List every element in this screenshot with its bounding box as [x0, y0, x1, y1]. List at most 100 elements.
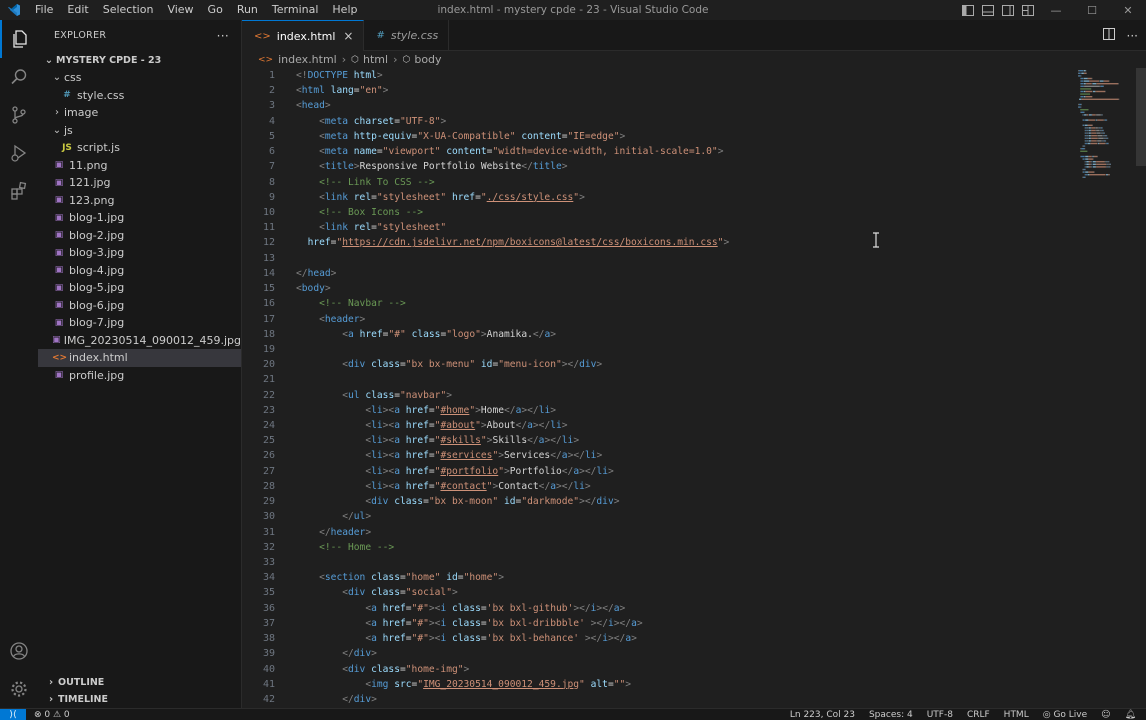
code-line[interactable]: <html lang="en"> — [296, 83, 1076, 98]
toggle-primary-sidebar-icon[interactable] — [958, 0, 978, 20]
code-line[interactable]: <div class="bx bx-moon" id="darkmode"></… — [296, 494, 1076, 509]
code-line[interactable]: </header> — [296, 525, 1076, 540]
code-line[interactable]: <div class="home-img"> — [296, 662, 1076, 677]
code-line[interactable] — [296, 372, 1076, 387]
tree-file[interactable]: JS script.js — [38, 139, 241, 157]
code-line[interactable]: <li><a href="#portfolio">Portfolio</a></… — [296, 464, 1076, 479]
close-window-icon[interactable]: ✕ — [1110, 0, 1146, 20]
customize-layout-icon[interactable] — [1018, 0, 1038, 20]
tree-folder-js[interactable]: ⌄ js — [38, 122, 241, 140]
menu-go[interactable]: Go — [201, 0, 230, 20]
scrollbar-thumb[interactable] — [1136, 68, 1146, 166]
more-actions-icon[interactable]: ··· — [1127, 29, 1138, 43]
notifications-bell-icon[interactable]: 🔔︎ — [1125, 710, 1136, 720]
tree-file[interactable]: ▣ blog-3.jpg — [38, 244, 241, 262]
code-lines[interactable]: <!DOCTYPE html> <html lang="en"> <head> <m… — [296, 68, 1076, 707]
menu-view[interactable]: View — [160, 0, 200, 20]
code-line[interactable]: <div class="social"> — [296, 585, 1076, 600]
outline-section[interactable]: › OUTLINE — [38, 674, 242, 691]
code-line[interactable]: <body> — [296, 281, 1076, 296]
code-line[interactable]: <li><a href="#about">About</a></li> — [296, 418, 1076, 433]
split-editor-icon[interactable] — [1102, 28, 1115, 43]
code-line[interactable]: <meta charset="UTF-8"> — [296, 114, 1076, 129]
code-line[interactable]: </div> — [296, 692, 1076, 707]
toggle-panel-icon[interactable] — [978, 0, 998, 20]
workspace-folder[interactable]: ⌄ MYSTERY CPDE - 23 — [38, 51, 241, 69]
timeline-section[interactable]: › TIMELINE — [38, 691, 242, 708]
tree-folder-image[interactable]: › image — [38, 104, 241, 122]
code-line[interactable]: <!-- Home --> — [296, 540, 1076, 555]
menu-edit[interactable]: Edit — [60, 0, 95, 20]
menu-help[interactable]: Help — [325, 0, 364, 20]
extensions-icon[interactable] — [0, 172, 38, 210]
breadcrumb-file[interactable]: index.html — [278, 53, 337, 66]
tree-file[interactable]: ▣ 123.png — [38, 192, 241, 210]
code-line[interactable] — [296, 342, 1076, 357]
code-line[interactable]: <li><a href="#contact">Contact</a></li> — [296, 479, 1076, 494]
tab-index-html[interactable]: <> index.html × — [242, 20, 365, 51]
code-line[interactable]: </head> — [296, 266, 1076, 281]
code-line[interactable]: <head> — [296, 98, 1076, 113]
search-icon[interactable] — [0, 58, 38, 96]
cursor-position[interactable]: Ln 223, Col 23 — [790, 710, 855, 720]
code-line[interactable]: <ul class="navbar"> — [296, 388, 1076, 403]
maximize-icon[interactable]: ☐ — [1074, 0, 1110, 20]
feedback-icon[interactable]: ☺ — [1101, 710, 1110, 720]
minimize-icon[interactable]: — — [1038, 0, 1074, 20]
tree-file[interactable]: ▣ blog-7.jpg — [38, 314, 241, 332]
tree-file[interactable]: ▣ blog-4.jpg — [38, 262, 241, 280]
code-line[interactable]: <li><a href="#services">Services</a></li… — [296, 448, 1076, 463]
code-line[interactable]: <div class="bx bx-menu" id="menu-icon"><… — [296, 357, 1076, 372]
menu-terminal[interactable]: Terminal — [265, 0, 326, 20]
problems-indicator[interactable]: ⊗ 0 ⚠ 0 — [34, 710, 70, 720]
encoding[interactable]: UTF-8 — [927, 710, 953, 720]
code-line[interactable]: <!-- Box Icons --> — [296, 205, 1076, 220]
menu-file[interactable]: File — [28, 0, 60, 20]
menu-selection[interactable]: Selection — [96, 0, 161, 20]
tree-file[interactable]: ▣ blog-1.jpg — [38, 209, 241, 227]
code-line[interactable]: <link rel="stylesheet" — [296, 220, 1076, 235]
settings-gear-icon[interactable] — [0, 670, 38, 708]
run-debug-icon[interactable] — [0, 134, 38, 172]
account-icon[interactable] — [0, 632, 38, 670]
code-line[interactable]: <a href="#"><i class='bx bxl-github'></i… — [296, 601, 1076, 616]
source-control-icon[interactable] — [0, 96, 38, 134]
indentation[interactable]: Spaces: 4 — [869, 710, 913, 720]
code-line[interactable]: <!-- Navbar --> — [296, 296, 1076, 311]
code-line[interactable]: </ul> — [296, 509, 1076, 524]
language-mode[interactable]: HTML — [1004, 710, 1029, 720]
explorer-icon[interactable] — [0, 20, 38, 58]
code-line[interactable]: <a href="#" class="logo">Anamika.</a> — [296, 327, 1076, 342]
code-line[interactable]: <img src="IMG_20230514_090012_459.jpg" a… — [296, 677, 1076, 692]
code-editor[interactable]: 1 2 3 4 5 6 7 8 9 10 11 12 13 14 15 16 17 18 19 20 21 22 23 24 2… — [242, 68, 1146, 708]
tree-file[interactable]: <> index.html — [38, 349, 241, 367]
code-line[interactable]: <a href="#"><i class='bx bxl-behance' ><… — [296, 631, 1076, 646]
tree-file[interactable]: ▣ blog-2.jpg — [38, 227, 241, 245]
toggle-secondary-sidebar-icon[interactable] — [998, 0, 1018, 20]
more-actions-icon[interactable]: ··· — [217, 29, 229, 43]
tree-file[interactable]: ▣ 121.jpg — [38, 174, 241, 192]
code-line[interactable]: <li><a href="#home">Home</a></li> — [296, 403, 1076, 418]
code-line[interactable]: <link rel="stylesheet" href="./css/style… — [296, 190, 1076, 205]
code-line[interactable]: <meta name="viewport" content="width=dev… — [296, 144, 1076, 159]
end-of-line[interactable]: CRLF — [967, 710, 990, 720]
breadcrumb-html[interactable]: html — [363, 53, 388, 66]
code-line[interactable]: <!-- Link To CSS --> — [296, 175, 1076, 190]
code-line[interactable]: <meta http-equiv="X-UA-Compatible" conte… — [296, 129, 1076, 144]
tree-file[interactable]: ▣ IMG_20230514_090012_459.jpg — [38, 332, 241, 350]
minimap[interactable] — [1076, 68, 1136, 328]
tree-file[interactable]: ▣ 11.png — [38, 157, 241, 175]
code-line[interactable]: <a href="#"><i class='bx bxl-dribbble' >… — [296, 616, 1076, 631]
go-live-button[interactable]: ◎ Go Live — [1043, 710, 1087, 720]
tree-folder-css[interactable]: ⌄ css — [38, 69, 241, 87]
code-line[interactable] — [296, 555, 1076, 570]
tree-file[interactable]: # style.css — [38, 87, 241, 105]
remote-indicator-icon[interactable]: ⟩⟨ — [0, 708, 26, 720]
code-line[interactable]: </div> — [296, 646, 1076, 661]
breadcrumb-body[interactable]: body — [414, 53, 441, 66]
code-line[interactable]: href="https://cdn.jsdelivr.net/npm/boxic… — [296, 235, 1076, 250]
code-line[interactable]: <title>Responsive Portfolio Website</tit… — [296, 159, 1076, 174]
menu-run[interactable]: Run — [230, 0, 265, 20]
code-line[interactable]: <header> — [296, 312, 1076, 327]
code-line[interactable]: <!DOCTYPE html> — [296, 68, 1076, 83]
